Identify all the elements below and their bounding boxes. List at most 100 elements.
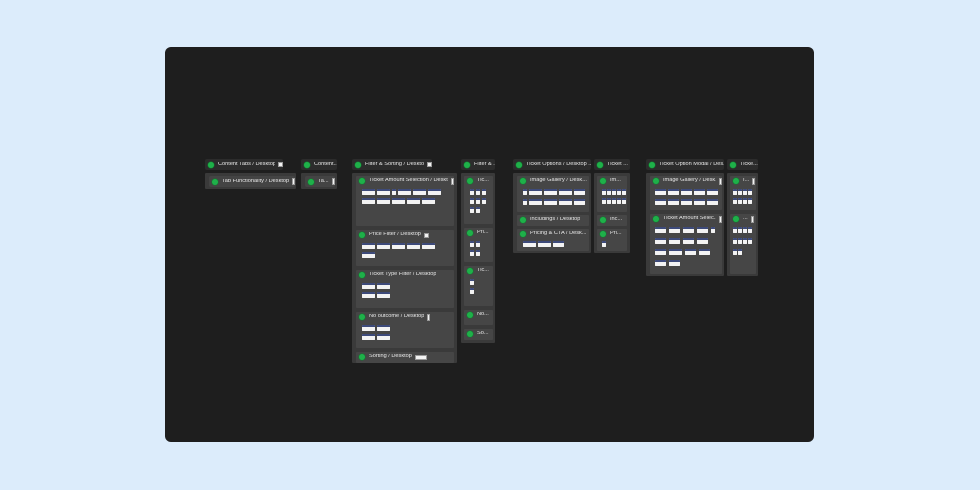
screen-thumbnail[interactable] <box>669 260 680 266</box>
child-frame[interactable]: Tic... <box>464 266 493 306</box>
screen-thumbnail[interactable] <box>377 283 390 289</box>
screen-thumbnail[interactable] <box>602 189 606 195</box>
screen-thumbnail[interactable] <box>748 189 752 195</box>
screen-thumbnail[interactable] <box>476 250 480 256</box>
screen-thumbnail[interactable] <box>668 189 679 195</box>
child-frame[interactable]: I... <box>730 176 756 210</box>
screen-thumbnail[interactable] <box>743 198 747 204</box>
screen-thumbnail[interactable] <box>655 249 666 255</box>
screen-thumbnail[interactable] <box>407 198 420 204</box>
screen-thumbnail[interactable] <box>523 199 527 205</box>
frame-header[interactable]: Ticke... <box>727 159 758 170</box>
screen-thumbnail[interactable] <box>377 325 390 331</box>
screen-thumbnail[interactable] <box>559 199 572 205</box>
child-header[interactable]: ... <box>730 214 756 224</box>
child-header[interactable]: I... <box>730 176 756 186</box>
child-header[interactable]: Includings / Desktop <box>517 215 589 225</box>
screen-thumbnail[interactable] <box>362 292 375 298</box>
child-header[interactable]: Sorting / Desktop <box>356 352 454 362</box>
child-header[interactable]: Pricing & CTA / Desk... <box>517 229 589 239</box>
child-frame[interactable]: Im... <box>597 176 627 212</box>
screen-thumbnail[interactable] <box>733 227 737 233</box>
screen-thumbnail[interactable] <box>681 199 692 205</box>
screen-thumbnail[interactable] <box>407 243 420 249</box>
child-header[interactable]: No outcome / Desktop <box>356 312 454 322</box>
screen-thumbnail[interactable] <box>738 227 742 233</box>
frame-header[interactable]: Ticket Options / Desktop ... <box>513 159 591 170</box>
child-frame[interactable]: Ticket Amount Selection / Deskt... <box>356 176 454 226</box>
screen-thumbnail[interactable] <box>612 198 616 204</box>
screen-thumbnail[interactable] <box>362 189 375 195</box>
screen-thumbnail[interactable] <box>362 283 375 289</box>
screen-thumbnail[interactable] <box>668 199 679 205</box>
screen-thumbnail[interactable] <box>707 189 718 195</box>
screen-thumbnail[interactable] <box>655 199 666 205</box>
screen-thumbnail[interactable] <box>476 198 480 204</box>
screen-thumbnail[interactable] <box>748 238 752 244</box>
screen-thumbnail[interactable] <box>362 325 375 331</box>
screen-thumbnail[interactable] <box>422 198 435 204</box>
child-frame[interactable]: No outcome / Desktop <box>356 312 454 348</box>
screen-thumbnail[interactable] <box>655 189 666 195</box>
screen-thumbnail[interactable] <box>470 250 474 256</box>
child-frame[interactable]: Image Gallery / Desk... <box>517 176 589 212</box>
child-frame[interactable]: Pricing & CTA / Desk... <box>517 229 589 251</box>
child-header[interactable]: Im... <box>597 176 627 186</box>
screen-thumbnail[interactable] <box>553 241 564 247</box>
screen-thumbnail[interactable] <box>743 189 747 195</box>
screen-thumbnail[interactable] <box>697 238 708 244</box>
frame-header[interactable]: Filter & Sorting / Desktop <box>352 159 432 170</box>
screen-thumbnail[interactable] <box>617 189 621 195</box>
child-header[interactable]: So... <box>464 329 493 339</box>
screen-thumbnail[interactable] <box>617 198 621 204</box>
child-header[interactable]: Ta... <box>305 176 335 187</box>
child-header[interactable]: Pri... <box>597 229 627 239</box>
screen-thumbnail[interactable] <box>559 189 572 195</box>
screen-thumbnail[interactable] <box>398 189 411 195</box>
frame-header[interactable]: Content Tabs / Desktop <box>205 159 283 170</box>
screen-thumbnail[interactable] <box>694 199 705 205</box>
child-frame[interactable]: Ticket Type Filter / Desktop <box>356 270 454 308</box>
screen-thumbnail[interactable] <box>476 189 480 195</box>
child-frame[interactable]: Image Gallery / Desk... <box>650 176 722 210</box>
child-frame[interactable]: Sorting / Desktop <box>356 352 454 363</box>
screen-thumbnail[interactable] <box>669 227 680 233</box>
child-frame[interactable]: Pri... <box>597 229 627 251</box>
child-header[interactable]: Ticket Amount Selection / Deskt... <box>356 176 454 186</box>
screen-thumbnail[interactable] <box>422 243 435 249</box>
screen-thumbnail[interactable] <box>738 189 742 195</box>
screen-thumbnail[interactable] <box>622 189 626 195</box>
screen-thumbnail[interactable] <box>681 189 692 195</box>
screen-thumbnail[interactable] <box>538 241 551 247</box>
screen-thumbnail[interactable] <box>699 249 710 255</box>
child-header[interactable]: Ticket Type Filter / Desktop <box>356 270 454 280</box>
screen-thumbnail[interactable] <box>738 238 742 244</box>
screen-thumbnail[interactable] <box>392 189 396 195</box>
screen-thumbnail[interactable] <box>377 243 390 249</box>
screen-thumbnail[interactable] <box>362 252 375 258</box>
screen-thumbnail[interactable] <box>476 241 480 247</box>
screen-thumbnail[interactable] <box>655 227 666 233</box>
child-header[interactable]: Price Filter / Desktop <box>356 230 454 240</box>
screen-thumbnail[interactable] <box>733 189 737 195</box>
screen-thumbnail[interactable] <box>544 199 557 205</box>
child-frame[interactable]: So... <box>464 329 493 340</box>
screen-thumbnail[interactable] <box>655 238 666 244</box>
child-header[interactable]: Image Gallery / Desk... <box>517 176 589 186</box>
screen-thumbnail[interactable] <box>743 227 747 233</box>
frame-header[interactable]: Content... <box>301 159 337 170</box>
screen-thumbnail[interactable] <box>529 189 542 195</box>
screen-thumbnail[interactable] <box>470 198 474 204</box>
child-header[interactable]: Inc... <box>597 215 627 225</box>
child-header[interactable]: Ticket Amount Selec... <box>650 214 722 224</box>
child-frame[interactable]: ... <box>730 214 756 274</box>
screen-thumbnail[interactable] <box>697 227 708 233</box>
screen-thumbnail[interactable] <box>377 189 390 195</box>
screen-thumbnail[interactable] <box>602 241 606 247</box>
child-frame[interactable]: Inc... <box>597 215 627 226</box>
child-frame[interactable]: Pri... <box>464 228 493 262</box>
screen-thumbnail[interactable] <box>733 198 737 204</box>
screen-thumbnail[interactable] <box>669 249 682 255</box>
screen-thumbnail[interactable] <box>655 260 666 266</box>
screen-thumbnail[interactable] <box>685 249 696 255</box>
